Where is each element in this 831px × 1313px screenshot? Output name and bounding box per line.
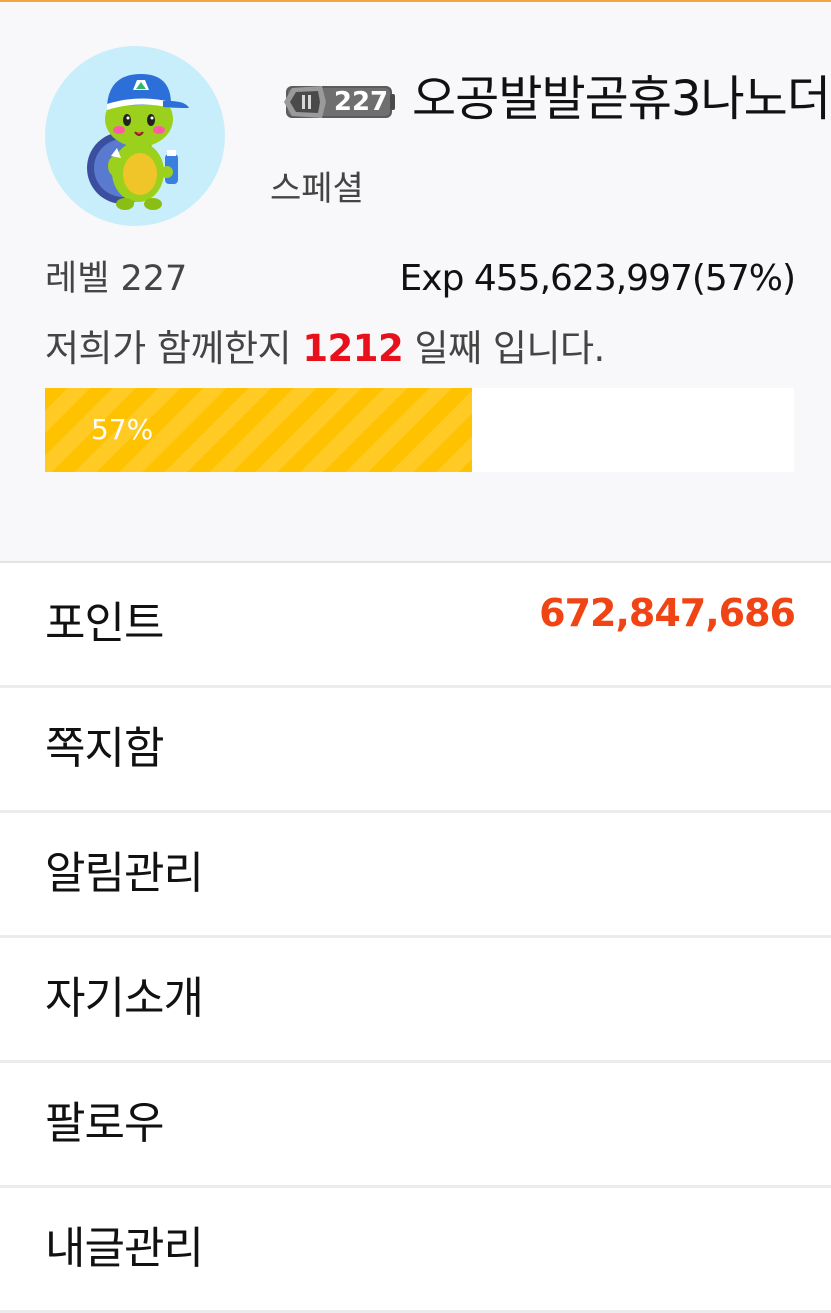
level-badge-number: 227 [333, 87, 389, 117]
turtle-avatar-icon [87, 74, 189, 210]
nickname: 오공발발곧휴3나노더 [412, 71, 831, 127]
exp-progress-bar: 57% [45, 388, 794, 472]
exp-text: Exp 455,623,997(57%) [399, 258, 796, 299]
avatar[interactable] [45, 46, 225, 226]
menu-item-label: 알림관리 [45, 848, 204, 899]
menu-item-label: 자기소개 [45, 973, 204, 1024]
menu-item-label: 쪽지함 [45, 723, 164, 774]
membership-days-text: 저희가 함께한지 1212 일째 입니다. [45, 322, 805, 376]
profile-card: 227 오공발발곧휴3나노더 스페셜 레벨 227 Exp 455,623,99… [0, 2, 831, 563]
exp-progress-label: 57% [91, 413, 154, 446]
menu-item-label: 포인트 [45, 598, 164, 649]
menu-item-my-posts[interactable]: 내글관리 [0, 1188, 831, 1313]
menu-item-messages[interactable]: 쪽지함 [0, 688, 831, 813]
menu-item-label: 팔로우 [45, 1098, 164, 1149]
profile-menu: 포인트 672,847,686 쪽지함 알림관리 자기소개 팔로우 내글관리 [0, 563, 831, 1313]
menu-item-points[interactable]: 포인트 672,847,686 [0, 563, 831, 688]
menu-item-label: 내글관리 [45, 1223, 204, 1274]
member-grade: 스페셜 [270, 169, 364, 209]
membership-days-suffix: 일째 입니다. [403, 327, 606, 370]
points-value: 672,847,686 [539, 591, 796, 635]
level-badge: 227 [282, 80, 396, 124]
level-text: 레벨 227 [45, 259, 188, 299]
menu-item-self-introduction[interactable]: 자기소개 [0, 938, 831, 1063]
menu-item-follow[interactable]: 팔로우 [0, 1063, 831, 1188]
membership-days-prefix: 저희가 함께한지 [45, 327, 303, 370]
menu-item-notification-settings[interactable]: 알림관리 [0, 813, 831, 938]
membership-days-count: 1212 [302, 327, 404, 370]
